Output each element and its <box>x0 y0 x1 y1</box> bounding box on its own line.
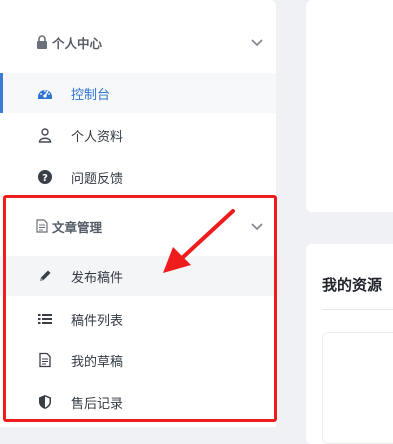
sidebar-item-profile[interactable]: 个人资料 <box>0 115 276 155</box>
resource-card[interactable] <box>322 332 393 444</box>
annotation-arrow-icon <box>163 209 235 273</box>
group-header-personal-center[interactable]: 个人中心 <box>0 27 276 57</box>
svg-text:?: ? <box>42 173 48 184</box>
group-title: 个人中心 <box>52 36 103 51</box>
lock-icon <box>37 35 47 49</box>
user-icon <box>38 128 52 143</box>
sidebar-item-feedback[interactable]: ? 问题反馈 <box>0 157 276 197</box>
question-icon: ? <box>38 170 52 184</box>
sidebar-item-label: 问题反馈 <box>71 172 124 187</box>
dashboard-icon <box>38 90 52 99</box>
chevron-down-icon[interactable] <box>250 36 264 48</box>
divider <box>322 309 393 310</box>
resources-title: 我的资源 <box>322 276 383 294</box>
sidebar-item-dashboard[interactable]: 控制台 <box>0 73 276 113</box>
content-panel-top <box>306 0 393 212</box>
sidebar-item-label: 控制台 <box>71 88 111 103</box>
active-indicator <box>0 73 3 113</box>
sidebar-item-label: 个人资料 <box>71 130 124 145</box>
